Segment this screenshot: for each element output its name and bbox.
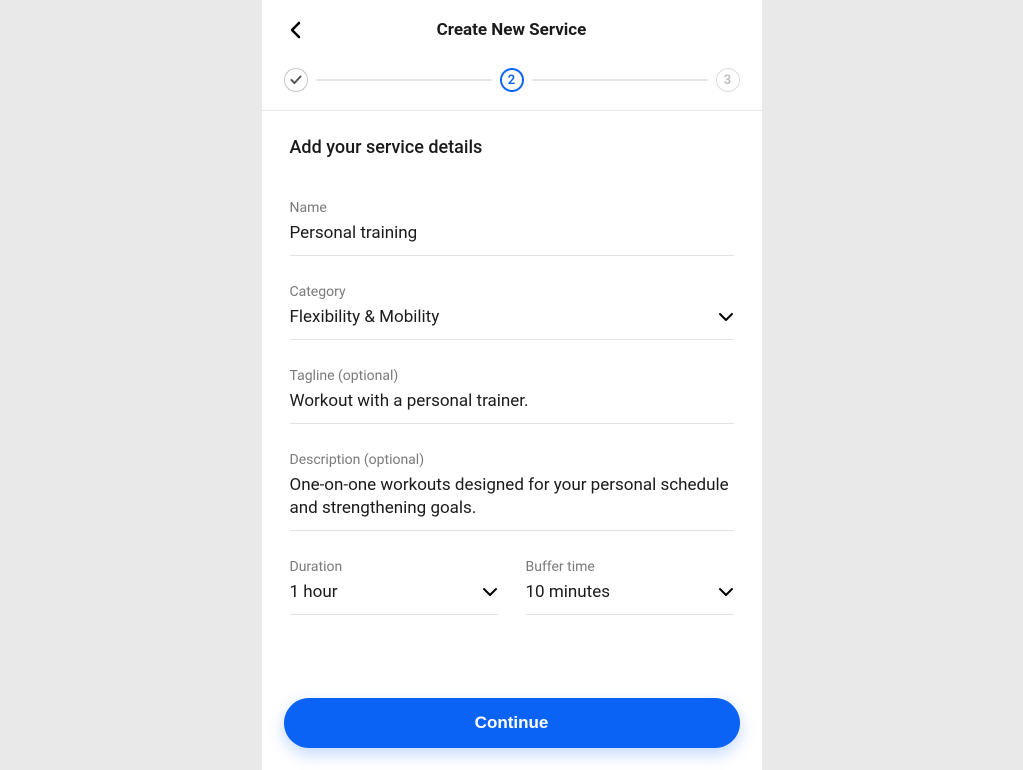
progress-stepper: 2 3 — [262, 56, 762, 110]
name-label: Name — [290, 200, 734, 216]
step-connector — [316, 79, 492, 81]
tagline-input[interactable]: Workout with a personal trainer. — [290, 390, 734, 424]
duration-buffer-row: Duration 1 hour Buffer time 10 minutes — [290, 559, 734, 643]
category-select[interactable]: Flexibility & Mobility — [290, 306, 734, 340]
duration-label: Duration — [290, 559, 498, 575]
description-label: Description (optional) — [290, 452, 734, 468]
buffer-time-label: Buffer time — [526, 559, 734, 575]
duration-value: 1 hour — [290, 581, 474, 604]
back-button[interactable] — [282, 16, 310, 44]
header: Create New Service — [262, 0, 762, 56]
name-value: Personal training — [290, 222, 734, 245]
chevron-left-icon — [289, 21, 303, 39]
field-tagline: Tagline (optional) Workout with a person… — [290, 368, 734, 424]
chevron-down-icon — [718, 312, 734, 322]
step-3-upcoming: 3 — [716, 68, 740, 92]
tagline-label: Tagline (optional) — [290, 368, 734, 384]
field-description: Description (optional) One-on-one workou… — [290, 452, 734, 531]
tagline-value: Workout with a personal trainer. — [290, 390, 734, 413]
duration-select[interactable]: 1 hour — [290, 581, 498, 615]
category-value: Flexibility & Mobility — [290, 306, 710, 329]
section-heading: Add your service details — [290, 137, 734, 158]
field-buffer-time: Buffer time 10 minutes — [526, 559, 734, 615]
description-value: One-on-one workouts designed for your pe… — [290, 474, 734, 520]
check-icon — [290, 75, 302, 85]
continue-button[interactable]: Continue — [284, 698, 740, 748]
buffer-time-value: 10 minutes — [526, 581, 710, 604]
footer: Continue — [262, 680, 762, 770]
category-label: Category — [290, 284, 734, 300]
step-1-done — [284, 68, 308, 92]
field-duration: Duration 1 hour — [290, 559, 498, 615]
chevron-down-icon — [718, 587, 734, 597]
step-2-current: 2 — [500, 68, 524, 92]
chevron-down-icon — [482, 587, 498, 597]
field-category: Category Flexibility & Mobility — [290, 284, 734, 340]
step-connector — [532, 79, 708, 81]
field-name: Name Personal training — [290, 200, 734, 256]
page-title: Create New Service — [437, 20, 587, 40]
buffer-time-select[interactable]: 10 minutes — [526, 581, 734, 615]
description-input[interactable]: One-on-one workouts designed for your pe… — [290, 474, 734, 531]
form-content: Add your service details Name Personal t… — [262, 111, 762, 680]
create-service-screen: Create New Service 2 3 Add your service … — [262, 0, 762, 770]
name-input[interactable]: Personal training — [290, 222, 734, 256]
